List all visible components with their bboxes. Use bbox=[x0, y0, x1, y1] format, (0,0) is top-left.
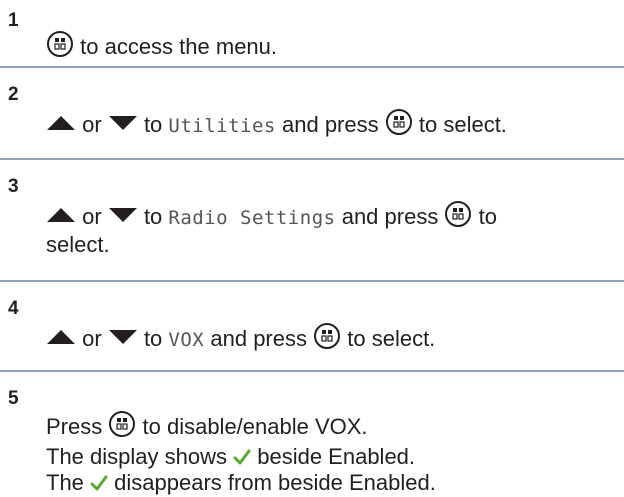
step-number: 4 bbox=[8, 298, 19, 319]
up-arrow-icon bbox=[47, 116, 75, 130]
menu-item-label: VOX bbox=[168, 329, 205, 351]
to-text: to bbox=[143, 326, 163, 351]
step-number: 2 bbox=[8, 84, 19, 105]
divider bbox=[0, 66, 624, 68]
result-line: The disappears from beside Enabled. bbox=[46, 470, 436, 496]
step-instruction: Press to disable/enable VOX. bbox=[46, 410, 368, 440]
down-arrow-icon bbox=[108, 116, 137, 130]
up-arrow-icon bbox=[47, 330, 75, 344]
instruction-text: and press bbox=[341, 204, 439, 229]
instruction-text: and press bbox=[210, 326, 307, 351]
to-text: to bbox=[143, 204, 163, 229]
instruction-text: to select. bbox=[347, 326, 436, 351]
step-instruction: or to Utilities and press to select. bbox=[46, 108, 507, 139]
ok-menu-button-icon bbox=[445, 201, 472, 227]
checkmark-icon bbox=[90, 475, 108, 491]
divider bbox=[0, 158, 624, 160]
step-instruction: to access the menu. bbox=[46, 30, 277, 60]
instruction-text: to bbox=[478, 204, 497, 229]
down-arrow-icon bbox=[108, 208, 137, 222]
instruction-text: select. bbox=[46, 232, 110, 257]
checkmark-icon bbox=[233, 449, 251, 465]
menu-item-label: Radio Settings bbox=[168, 207, 336, 229]
step-instruction: or to Radio Settings and press to bbox=[46, 200, 497, 231]
step-number: 1 bbox=[8, 10, 19, 31]
or-text: or bbox=[82, 204, 102, 229]
instruction-text: to select. bbox=[418, 112, 507, 137]
step-instruction: or to VOX and press to select. bbox=[46, 322, 435, 353]
ok-menu-button-icon bbox=[47, 31, 73, 57]
instruction-text: Press bbox=[46, 414, 103, 439]
divider bbox=[0, 370, 624, 372]
divider bbox=[0, 280, 624, 282]
step-number: 3 bbox=[8, 176, 19, 197]
instruction-text: and press bbox=[282, 112, 379, 137]
result-text: The bbox=[46, 470, 84, 495]
result-text: beside Enabled. bbox=[257, 444, 416, 469]
ok-menu-button-icon bbox=[385, 109, 412, 135]
to-text: to bbox=[143, 112, 163, 137]
down-arrow-icon bbox=[108, 330, 137, 344]
step-instruction-continued: select. bbox=[46, 232, 110, 258]
ok-menu-button-icon bbox=[109, 411, 136, 437]
or-text: or bbox=[82, 326, 102, 351]
or-text: or bbox=[82, 112, 102, 137]
up-arrow-icon bbox=[47, 208, 75, 222]
ok-menu-button-icon bbox=[314, 323, 341, 349]
result-text: disappears from beside Enabled. bbox=[114, 470, 436, 495]
instruction-text: to disable/enable VOX. bbox=[142, 414, 368, 439]
menu-item-label: Utilities bbox=[168, 115, 276, 137]
result-text: The display shows bbox=[46, 444, 227, 469]
result-line: The display shows beside Enabled. bbox=[46, 444, 415, 470]
step-number: 5 bbox=[8, 388, 19, 409]
instruction-text: to access the menu. bbox=[80, 34, 278, 59]
